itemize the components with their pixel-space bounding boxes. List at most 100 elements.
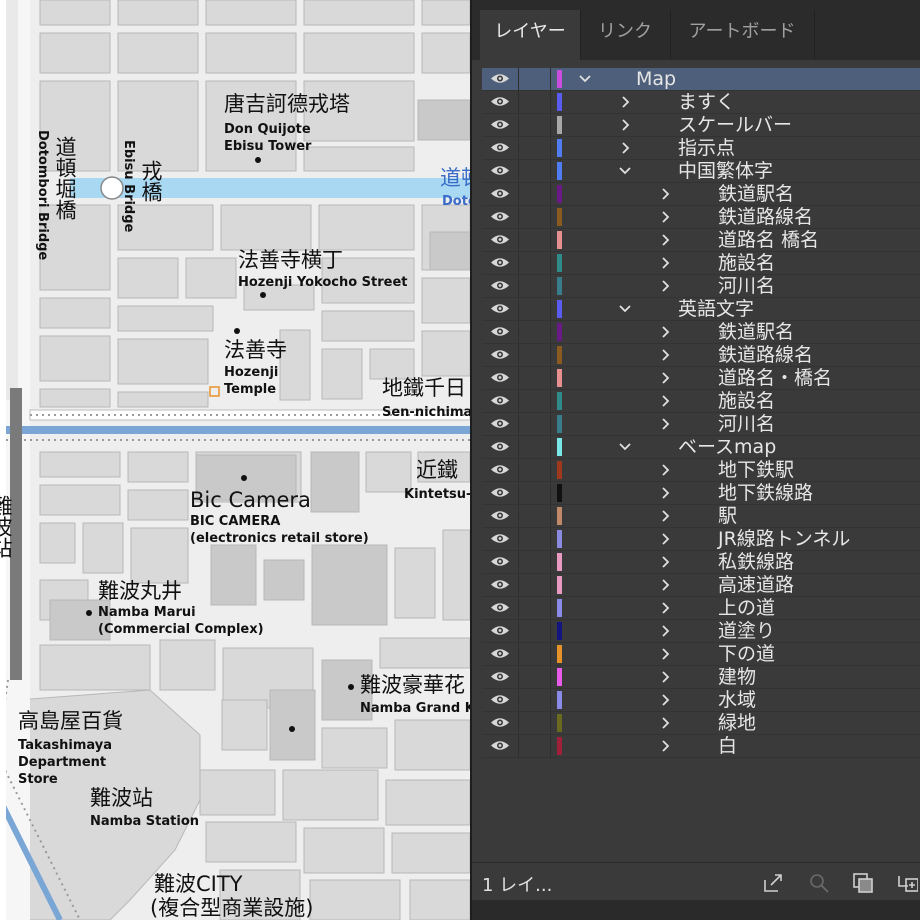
layer-row[interactable]: 道路名 橋名 [482,229,920,252]
layer-row[interactable]: 地下鉄駅 [482,459,920,482]
layer-row[interactable]: 鉄道駅名 [482,183,920,206]
layer-row[interactable]: 緑地 [482,712,920,735]
visibility-eye-icon[interactable] [490,279,510,292]
visibility-eye-icon[interactable] [490,647,510,660]
layer-row[interactable]: 建物 [482,666,920,689]
label-donquijote-en: Don Quijote Ebisu Tower [224,122,312,154]
layer-row[interactable]: JR線路トンネル [482,528,920,551]
layer-row[interactable]: 施設名 [482,252,920,275]
chevron-right-icon[interactable] [658,578,672,592]
chevron-right-icon[interactable] [658,486,672,500]
layer-row[interactable]: 白 [482,735,920,758]
chevron-right-icon[interactable] [658,670,672,684]
layer-row[interactable]: Map [482,68,920,91]
visibility-eye-icon[interactable] [490,578,510,591]
search-icon[interactable] [808,872,830,894]
chevron-right-icon[interactable] [658,739,672,753]
visibility-eye-icon[interactable] [490,72,510,85]
visibility-eye-icon[interactable] [490,670,510,683]
visibility-eye-icon[interactable] [490,463,510,476]
layer-row[interactable]: 上の道 [482,597,920,620]
chevron-right-icon[interactable] [658,463,672,477]
layer-row[interactable]: 水域 [482,689,920,712]
chevron-right-icon[interactable] [658,279,672,293]
chevron-right-icon[interactable] [618,141,632,155]
layer-row[interactable]: 施設名 [482,390,920,413]
chevron-right-icon[interactable] [658,532,672,546]
label-biccamera-ja: Bic Camera [190,488,311,512]
layer-row[interactable]: ベースmap [482,436,920,459]
chevron-down-icon[interactable] [618,302,632,316]
chevron-right-icon[interactable] [658,325,672,339]
chevron-right-icon[interactable] [658,716,672,730]
chevron-right-icon[interactable] [618,118,632,132]
visibility-eye-icon[interactable] [490,624,510,637]
visibility-eye-icon[interactable] [490,394,510,407]
layer-row[interactable]: スケールバー [482,114,920,137]
layer-row[interactable]: 英語文字 [482,298,920,321]
chevron-down-icon[interactable] [618,164,632,178]
tab-artboards[interactable]: アートボード [670,10,815,60]
new-sublayer-icon[interactable] [896,872,918,894]
layer-row[interactable]: 高速道路 [482,574,920,597]
tab-links[interactable]: リンク [580,10,671,60]
chevron-right-icon[interactable] [658,394,672,408]
visibility-eye-icon[interactable] [490,302,510,315]
visibility-eye-icon[interactable] [490,164,510,177]
clipping-mask-icon[interactable] [852,872,874,894]
layer-row[interactable]: 中国繁体字 [482,160,920,183]
visibility-eye-icon[interactable] [490,739,510,752]
chevron-right-icon[interactable] [658,233,672,247]
chevron-right-icon[interactable] [618,95,632,109]
visibility-eye-icon[interactable] [490,440,510,453]
chevron-right-icon[interactable] [658,371,672,385]
layer-row[interactable]: ますく [482,91,920,114]
chevron-right-icon[interactable] [658,555,672,569]
layer-row[interactable]: 道塗り [482,620,920,643]
chevron-right-icon[interactable] [658,509,672,523]
chevron-right-icon[interactable] [658,256,672,270]
visibility-eye-icon[interactable] [490,141,510,154]
visibility-eye-icon[interactable] [490,118,510,131]
chevron-down-icon[interactable] [618,440,632,454]
layer-row[interactable]: 私鉄線路 [482,551,920,574]
chevron-right-icon[interactable] [658,348,672,362]
visibility-eye-icon[interactable] [490,555,510,568]
visibility-eye-icon[interactable] [490,716,510,729]
visibility-eye-icon[interactable] [490,509,510,522]
layer-row[interactable]: 地下鉄線路 [482,482,920,505]
layer-row[interactable]: 鉄道路線名 [482,344,920,367]
visibility-eye-icon[interactable] [490,532,510,545]
chevron-right-icon[interactable] [658,601,672,615]
chevron-right-icon[interactable] [658,417,672,431]
visibility-eye-icon[interactable] [490,210,510,223]
chevron-right-icon[interactable] [658,624,672,638]
visibility-eye-icon[interactable] [490,371,510,384]
visibility-eye-icon[interactable] [490,233,510,246]
visibility-eye-icon[interactable] [490,95,510,108]
visibility-eye-icon[interactable] [490,417,510,430]
layer-row[interactable]: 道路名・橋名 [482,367,920,390]
layer-row[interactable]: 指示点 [482,137,920,160]
visibility-eye-icon[interactable] [490,256,510,269]
map-canvas[interactable]: 唐吉訶德戎塔 Don Quijote Ebisu Tower 道頓堀橋 Doto… [0,0,470,920]
visibility-eye-icon[interactable] [490,486,510,499]
layer-row[interactable]: 鉄道駅名 [482,321,920,344]
layer-row[interactable]: 下の道 [482,643,920,666]
visibility-eye-icon[interactable] [490,187,510,200]
chevron-right-icon[interactable] [658,693,672,707]
layer-row[interactable]: 河川名 [482,413,920,436]
layer-row[interactable]: 河川名 [482,275,920,298]
visibility-eye-icon[interactable] [490,693,510,706]
tab-layers[interactable]: レイヤー [480,10,581,60]
chevron-right-icon[interactable] [658,647,672,661]
visibility-eye-icon[interactable] [490,601,510,614]
visibility-eye-icon[interactable] [490,348,510,361]
chevron-right-icon[interactable] [658,210,672,224]
layer-row[interactable]: 鉄道路線名 [482,206,920,229]
chevron-right-icon[interactable] [658,187,672,201]
visibility-eye-icon[interactable] [490,325,510,338]
export-icon[interactable] [762,872,784,894]
chevron-down-icon[interactable] [578,72,592,86]
layer-row[interactable]: 駅 [482,505,920,528]
